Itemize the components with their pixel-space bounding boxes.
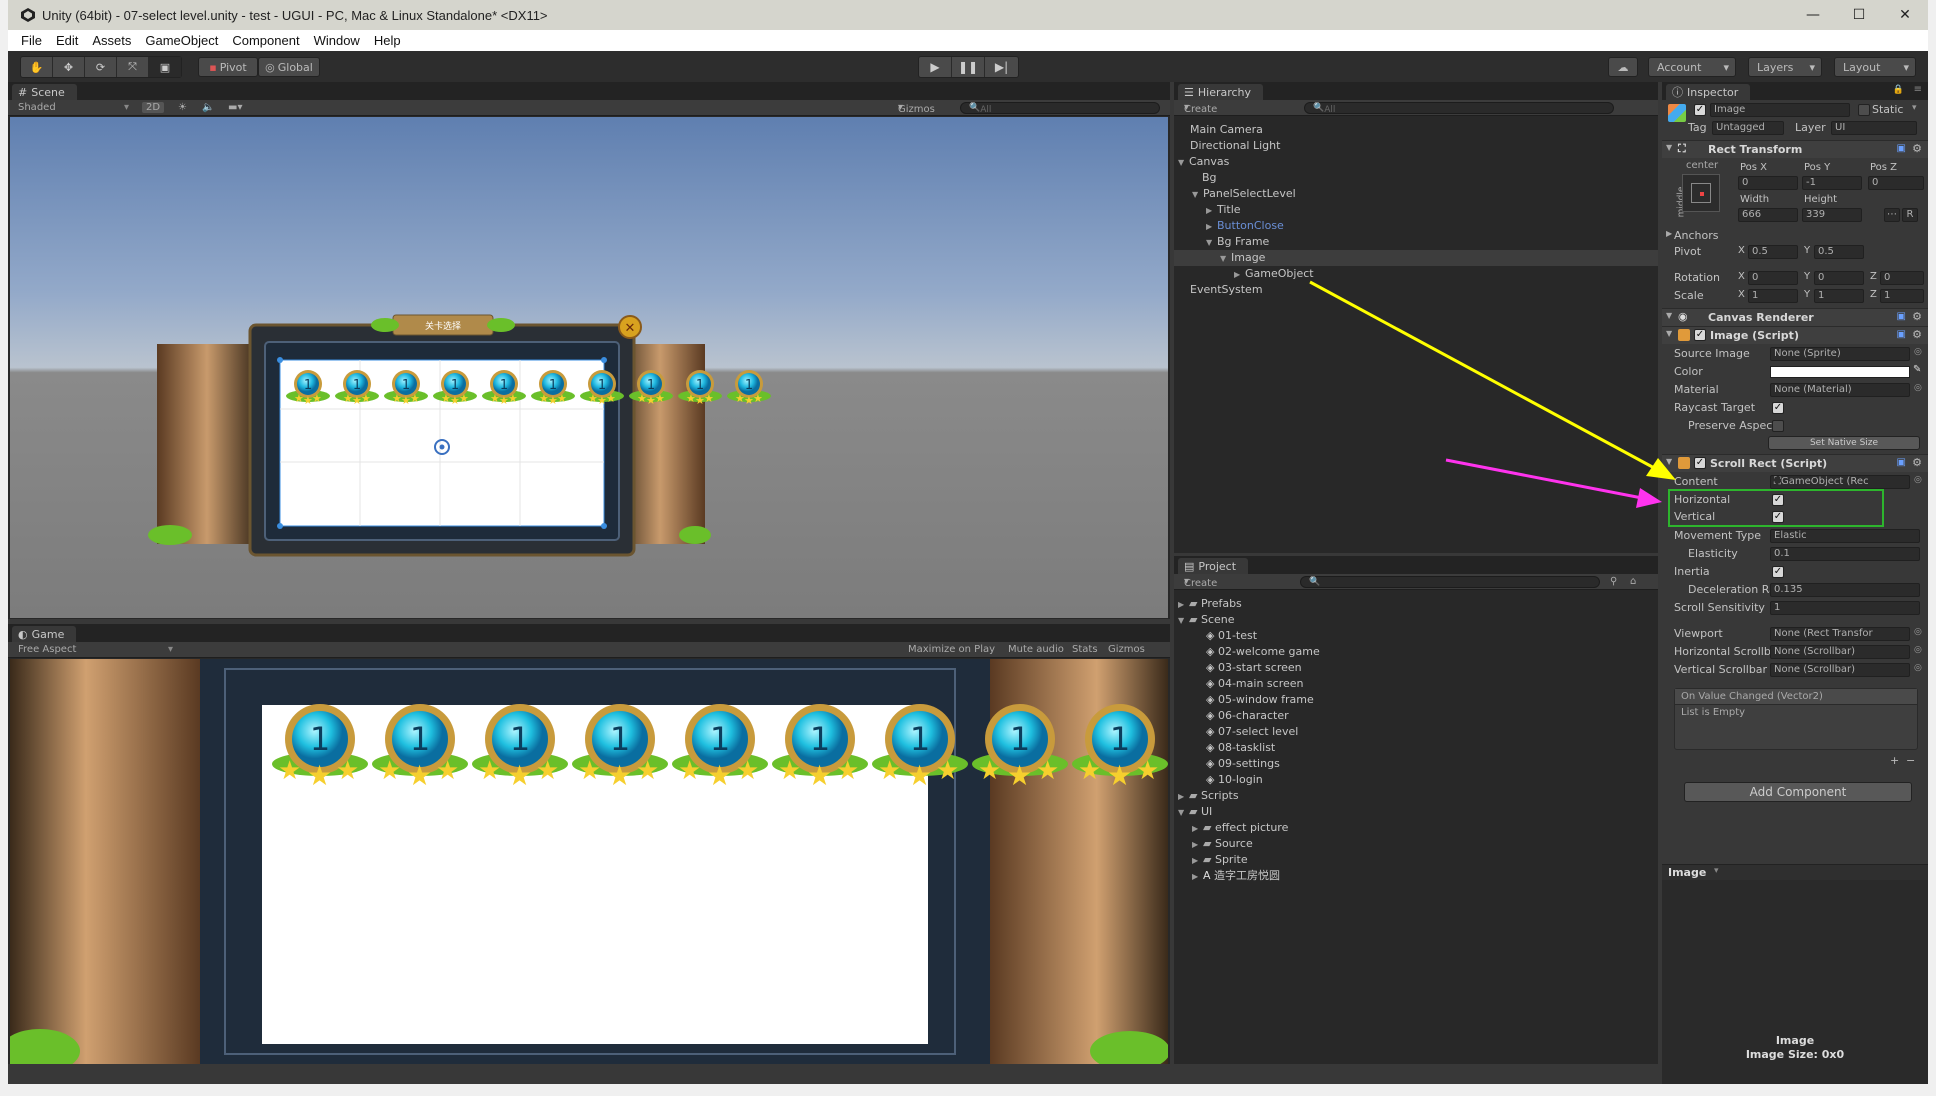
annotation-overlay xyxy=(1309,280,1676,508)
unity-editor-window: Unity (64bit) - 07-select level.unity - … xyxy=(8,0,1928,1084)
yellow-arrow xyxy=(1309,280,1676,480)
magenta-arrow xyxy=(1445,458,1662,508)
